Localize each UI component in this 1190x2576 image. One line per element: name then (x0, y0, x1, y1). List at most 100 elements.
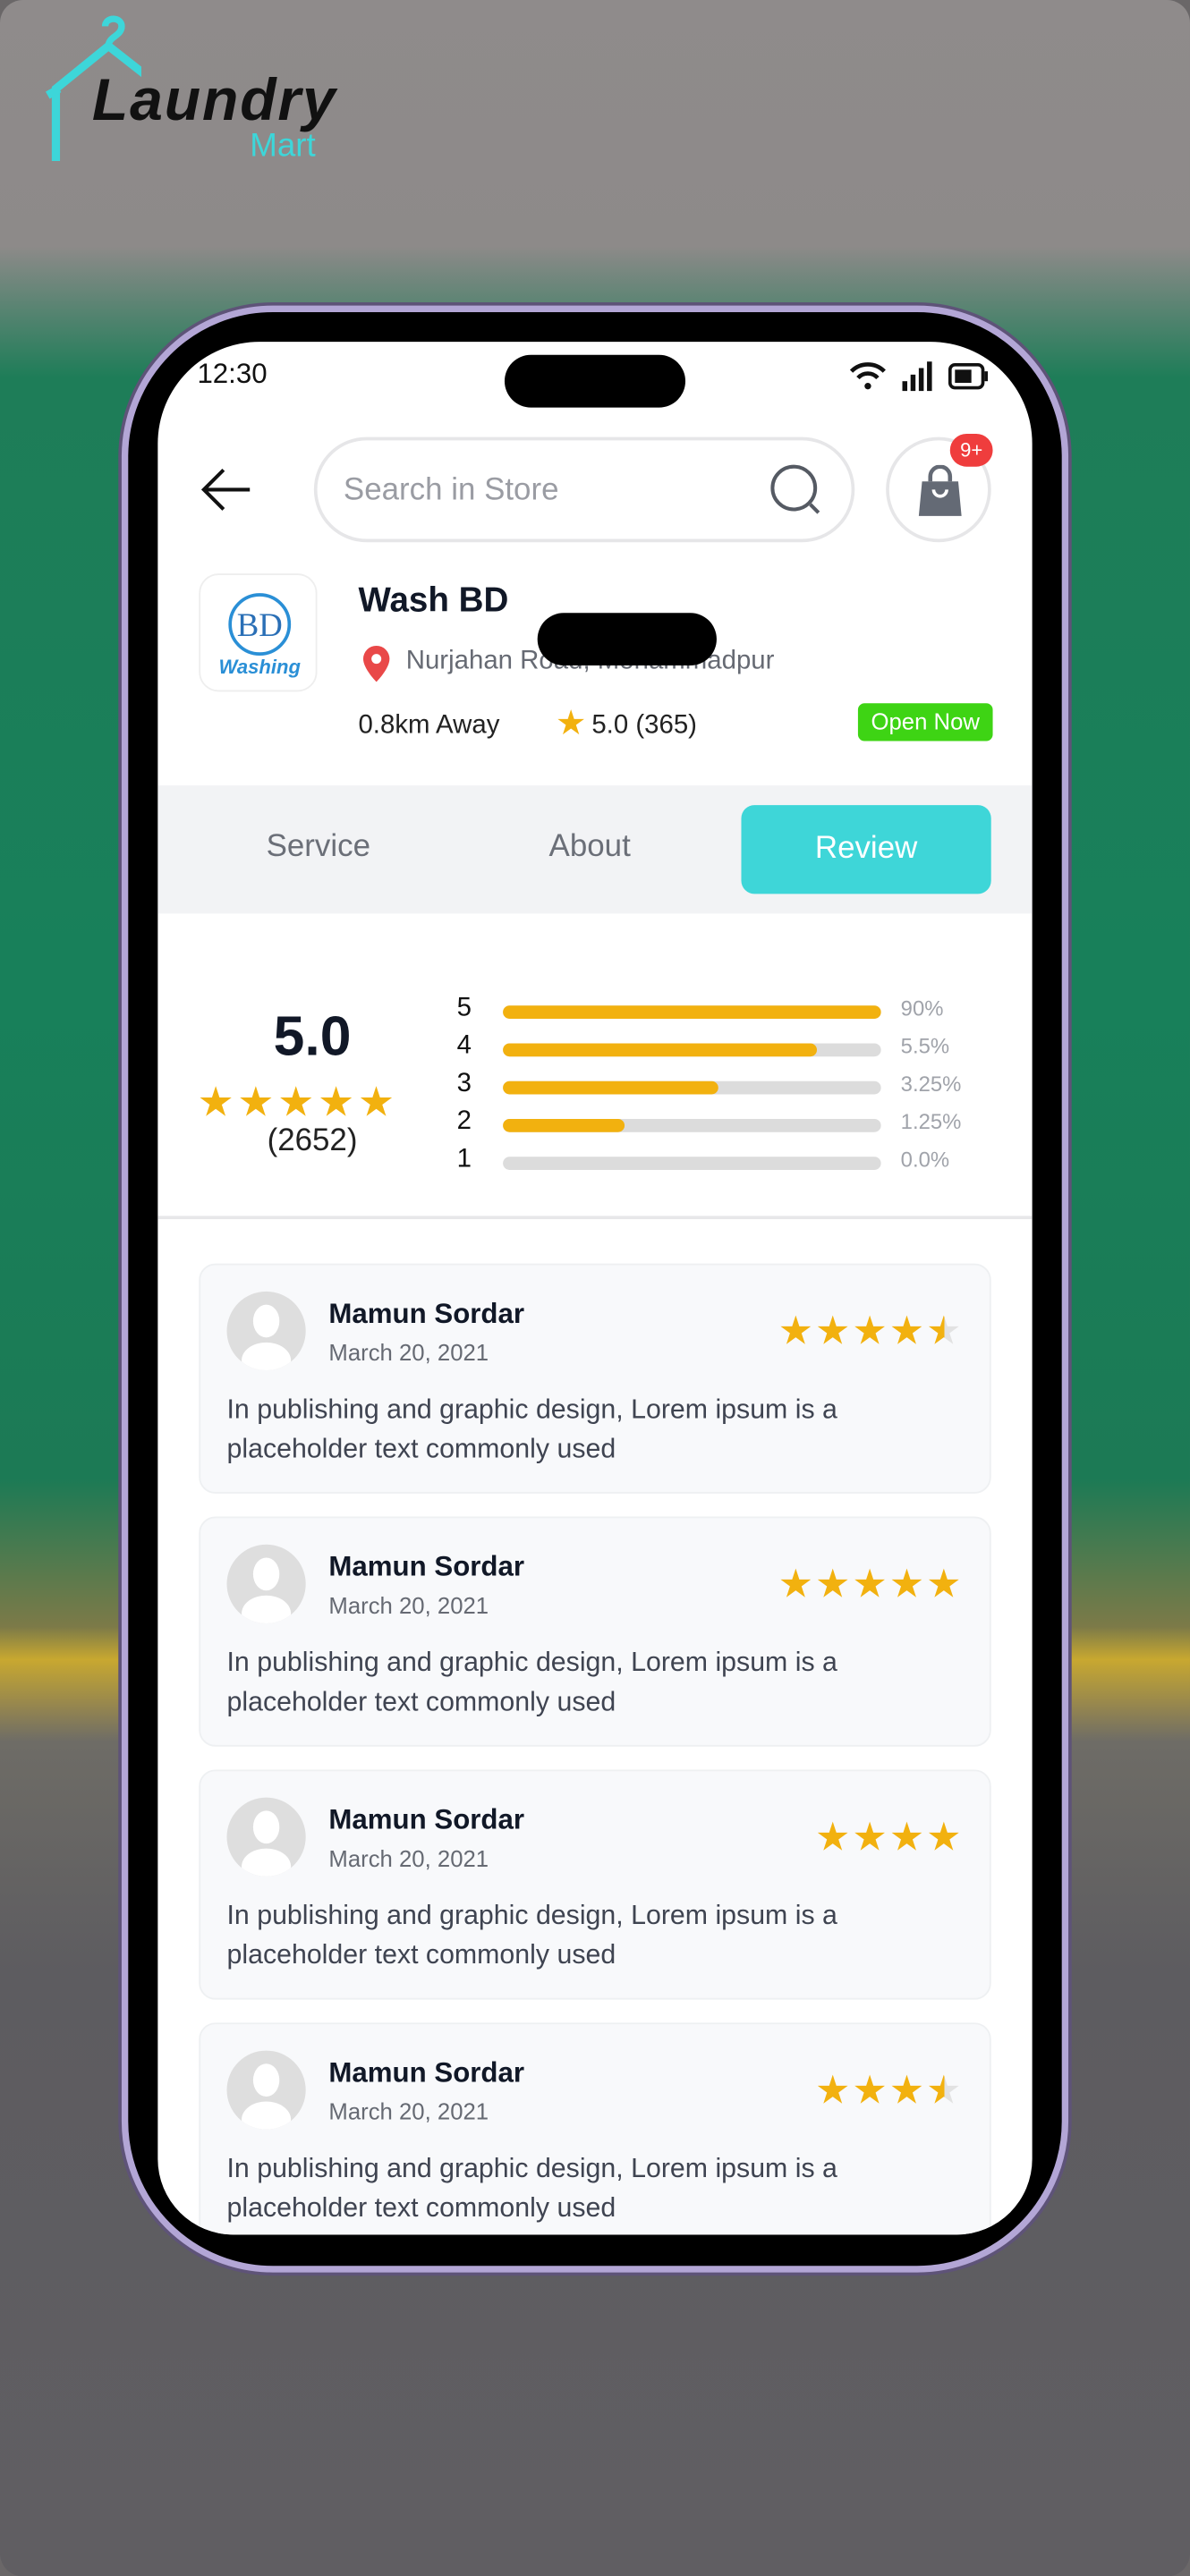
star-level: 5 (456, 994, 472, 1022)
star-icon: ★ (926, 1562, 964, 1607)
store-logo[interactable]: BD Washing (199, 573, 318, 692)
star-level: 4 (456, 1031, 472, 1060)
avatar (226, 2050, 306, 2130)
half-star-icon: ★ (926, 1309, 964, 1354)
rating-bar (503, 1157, 881, 1170)
star-icon: ★ (815, 2068, 853, 2114)
star-icon: ★ (926, 1815, 964, 1860)
rating-percent: 5.5% (900, 1033, 950, 1059)
svg-text:Washing: Washing (219, 656, 302, 678)
review-stars: ★ ★ ★ ★ ★ (778, 1308, 964, 1355)
star-icon: ★ (778, 1562, 816, 1607)
avatar (226, 1291, 306, 1371)
battery-icon (948, 362, 989, 390)
star-icon: ★ (888, 1309, 927, 1354)
tab-about[interactable]: About (549, 830, 631, 866)
review-text: In publishing and graphic design, Lorem … (226, 2154, 837, 2224)
rating-row: 1 0.0% (457, 1145, 1016, 1178)
rating-bar (503, 1043, 881, 1057)
star-icon: ★ (555, 705, 587, 743)
avatar (226, 1544, 306, 1623)
review-stars: ★ ★ ★ ★ ★ (778, 1561, 964, 1608)
signal-icon (902, 361, 932, 392)
cart-badge: 9+ (949, 433, 993, 467)
tab-bar: Service About Review (157, 785, 1033, 914)
status-icons (849, 361, 989, 392)
rating-percent: 90% (900, 996, 944, 1021)
location-pin-icon (362, 645, 390, 682)
rating-bar (503, 1080, 881, 1095)
star-icon: ★ (888, 1562, 927, 1607)
tab-review[interactable]: Review (741, 805, 991, 894)
rating-row: 4 5.5% (457, 1032, 1016, 1065)
review-text: In publishing and graphic design, Lorem … (226, 1901, 837, 1970)
review-card: Mamun Sordar March 20, 2021 ★ ★ ★ ★ In publish… (199, 1769, 991, 2000)
rating-bar-fill (503, 1118, 625, 1132)
rating-row: 3 3.25% (457, 1070, 1016, 1103)
review-date: March 20, 2021 (328, 1592, 489, 1619)
reviewer-name: Mamun Sordar (328, 1551, 525, 1583)
rating-count: (2652) (267, 1123, 358, 1159)
store-distance: 0.8km Away (358, 711, 500, 740)
wifi-icon (849, 362, 886, 390)
search-icon[interactable] (769, 463, 825, 519)
rating-bar-fill (503, 1080, 718, 1095)
rating-percent: 1.25% (900, 1108, 962, 1134)
rating-stars: ★★★★★ (197, 1079, 398, 1126)
search-placeholder: Search in Store (343, 473, 559, 508)
review-date: March 20, 2021 (328, 1339, 489, 1366)
star-icon: ★ (778, 1309, 816, 1354)
review-text: In publishing and graphic design, Lorem … (226, 1394, 837, 1464)
back-arrow-icon[interactable] (200, 467, 253, 513)
star-icon: ★ (852, 1309, 889, 1354)
review-stars: ★ ★ ★ ★ (815, 2067, 963, 2114)
rating-percent: 3.25% (900, 1071, 962, 1097)
star-icon: ★ (815, 1815, 853, 1860)
rating-bar (503, 1005, 881, 1019)
star-icon: ★ (888, 2068, 927, 2114)
rating-score: 5.0 (273, 1005, 352, 1069)
status-time: 12:30 (197, 358, 268, 390)
rating-row: 5 90% (457, 994, 1016, 1027)
dynamic-island (504, 354, 686, 408)
star-level: 2 (456, 1107, 472, 1136)
review-card: Mamun Sordar March 20, 2021 ★ ★ ★ ★ In publish… (199, 2022, 991, 2235)
star-icon: ★ (815, 1309, 853, 1354)
star-icon: ★ (815, 1562, 853, 1607)
review-date: March 20, 2021 (328, 2097, 489, 2125)
search-input[interactable]: Search in Store (313, 436, 855, 543)
avatar (226, 1797, 306, 1877)
review-card: Mamun Sordar March 20, 2021 ★ ★ ★ ★ ★ In publis… (199, 1516, 991, 1747)
review-text: In publishing and graphic design, Lorem … (226, 1648, 837, 1717)
store-name: Wash BD (358, 581, 509, 620)
logo-subtext: Mart (250, 128, 316, 165)
star-icon: ★ (852, 1562, 889, 1607)
half-star-icon: ★ (926, 2068, 964, 2114)
rating-bar-fill (503, 1005, 881, 1019)
shopping-bag-icon (918, 464, 962, 516)
star-level: 3 (456, 1069, 472, 1098)
store-rating: 5.0 (365) (591, 711, 697, 740)
svg-text:BD: BD (237, 606, 283, 643)
divider (157, 1216, 1033, 1220)
star-icon: ★ (888, 1815, 927, 1860)
review-date: March 20, 2021 (328, 1844, 489, 1872)
reviewer-name: Mamun Sordar (328, 1804, 525, 1835)
phone-screen: 12:30 Search in Store 9+ BD Washing Wash… (157, 342, 1033, 2235)
review-card: Mamun Sordar March 20, 2021 ★ ★ ★ ★ ★ In publis… (199, 1263, 991, 1494)
rating-percent: 0.0% (900, 1147, 950, 1172)
star-icon: ★ (852, 1815, 889, 1860)
logo-text: Laundry (91, 65, 337, 133)
rating-bar (503, 1118, 881, 1132)
review-stars: ★ ★ ★ ★ (815, 1814, 963, 1861)
rating-bar-fill (503, 1043, 817, 1057)
rating-row: 2 1.25% (457, 1107, 1016, 1140)
store-logo-image: BD Washing (219, 593, 302, 678)
tab-service[interactable]: Service (267, 830, 370, 866)
app-canvas: Laundry Mart 12:30 Search in Store 9+ BD… (0, 0, 1190, 2576)
star-level: 1 (456, 1145, 472, 1174)
open-status-badge: Open Now (857, 703, 993, 741)
reviewer-name: Mamun Sordar (328, 2056, 525, 2089)
reviewer-name: Mamun Sordar (328, 1298, 525, 1330)
star-icon: ★ (852, 2068, 889, 2114)
